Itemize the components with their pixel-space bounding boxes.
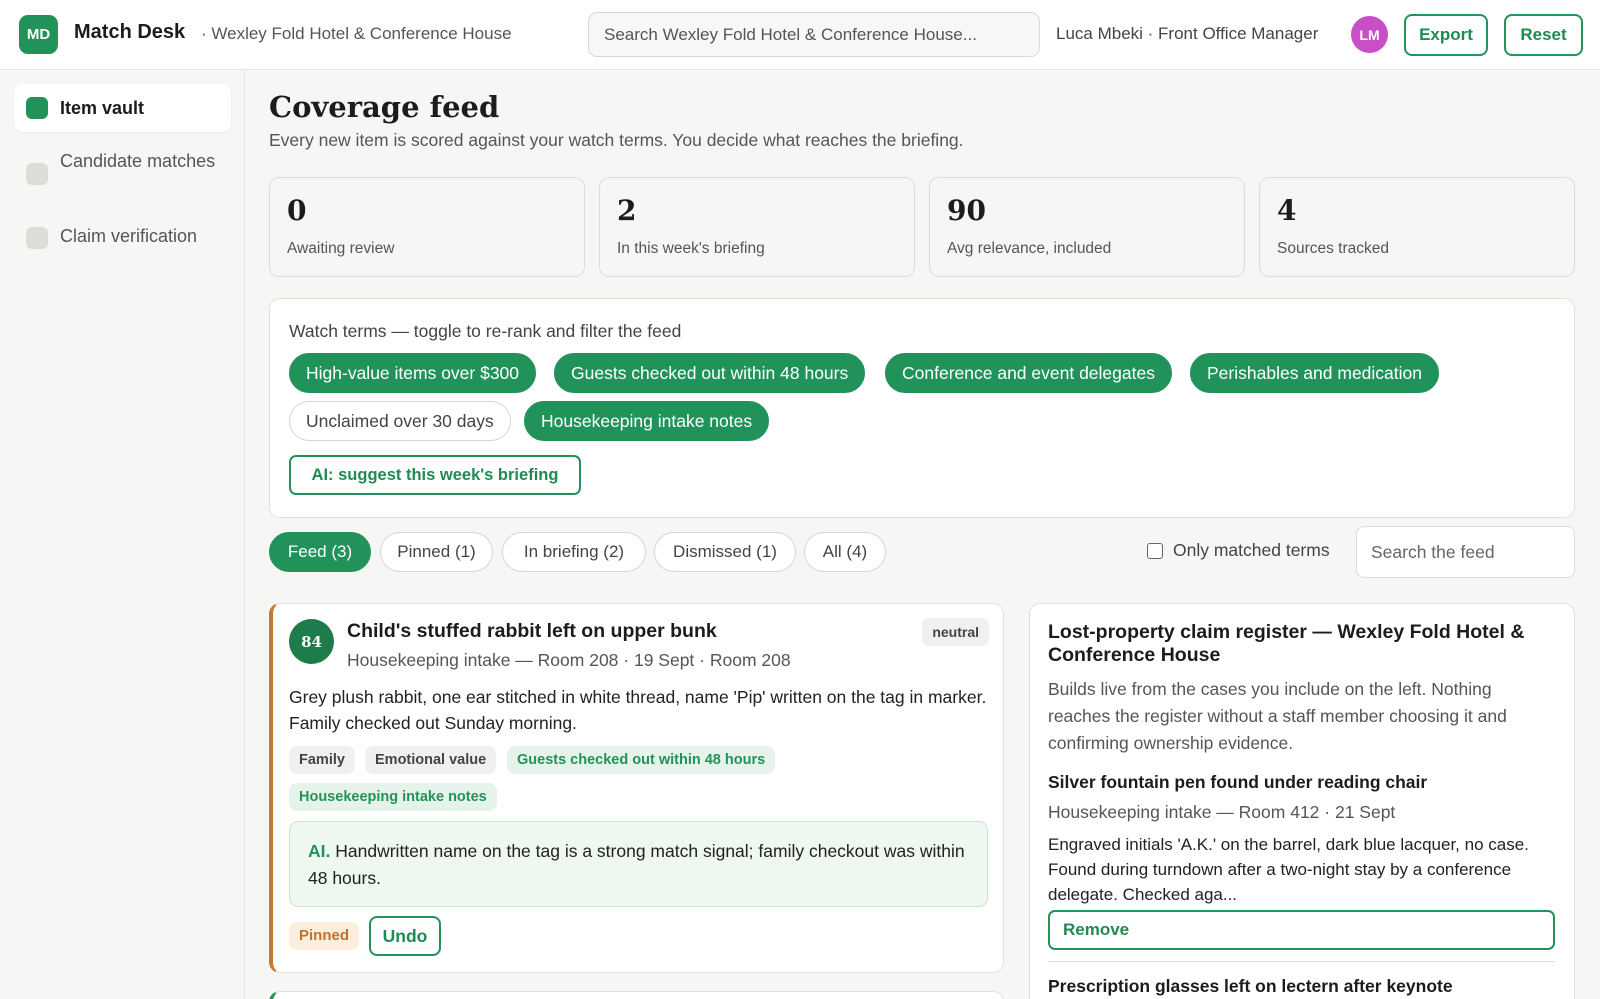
- only-matched-checkbox[interactable]: [1147, 542, 1163, 559]
- stat-label: Avg relevance, included: [947, 240, 1112, 257]
- pinned-badge: Pinned: [289, 922, 360, 950]
- sidebar: Item vault Candidate matches Claim verif…: [0, 70, 245, 999]
- watch-term-chip[interactable]: High-value items over $300: [289, 353, 537, 393]
- export-button[interactable]: Export: [1404, 14, 1488, 56]
- candidate-matches-icon: [26, 163, 48, 185]
- stat-value: 2: [617, 194, 637, 227]
- sidebar-item-claim-verification[interactable]: Claim verification: [14, 218, 231, 258]
- register-item-title: Silver fountain pen found under reading …: [1048, 772, 1428, 792]
- avatar[interactable]: LM: [1351, 16, 1388, 53]
- property-name: · Wexley Fold Hotel & Conference House: [201, 24, 512, 43]
- register-item-title: Prescription glasses left on lectern aft…: [1048, 976, 1453, 996]
- sidebar-item-candidate-matches[interactable]: Candidate matches: [14, 144, 231, 204]
- tab-pinned[interactable]: Pinned (1): [380, 532, 493, 572]
- watch-terms-panel: Watch terms — toggle to re-rank and filt…: [269, 298, 1575, 518]
- stat-avg-relevance: 90 Avg relevance, included: [929, 177, 1245, 277]
- claim-verification-icon: [26, 227, 48, 249]
- register-description: Builds live from the cases you include o…: [1048, 679, 1507, 753]
- ai-note-label: AI.: [308, 841, 331, 861]
- stat-value: 0: [287, 194, 307, 227]
- claim-register-panel: Lost-property claim register — Wexley Fo…: [1029, 603, 1575, 999]
- reset-button[interactable]: Reset: [1504, 14, 1583, 56]
- feed-card: 84 Child's stuffed rabbit left on upper …: [269, 603, 1004, 973]
- stat-value: 90: [947, 194, 986, 227]
- global-search-input[interactable]: [588, 12, 1040, 57]
- main-content: Coverage feed Every new item is scored a…: [245, 70, 1600, 999]
- divider: [1048, 961, 1555, 962]
- feed-search-input[interactable]: [1356, 526, 1575, 578]
- app-logo: MD: [19, 15, 58, 54]
- relevance-score: 84: [289, 619, 334, 664]
- card-tag: Family: [289, 746, 355, 774]
- card-body: Grey plush rabbit, one ear stitched in w…: [289, 687, 987, 733]
- undo-button[interactable]: Undo: [369, 916, 441, 956]
- page-subtitle: Every new item is scored against your wa…: [269, 130, 964, 150]
- top-bar: MD Match Desk · Wexley Fold Hotel & Conf…: [0, 0, 1600, 70]
- stat-in-briefing: 2 In this week's briefing: [599, 177, 915, 277]
- tab-in-briefing[interactable]: In briefing (2): [502, 532, 646, 572]
- stat-value: 4: [1277, 194, 1297, 227]
- tab-all[interactable]: All (4): [804, 532, 886, 572]
- tab-feed[interactable]: Feed (3): [269, 532, 371, 572]
- stat-sources-tracked: 4 Sources tracked: [1259, 177, 1575, 277]
- sidebar-item-label: Item vault: [60, 98, 145, 118]
- watch-term-chip[interactable]: Housekeeping intake notes: [524, 401, 770, 441]
- matched-term-tag: Guests checked out within 48 hours: [507, 746, 776, 774]
- only-matched-toggle[interactable]: Only matched terms: [1147, 540, 1330, 561]
- watch-term-chip[interactable]: Unclaimed over 30 days: [289, 401, 511, 441]
- ai-suggest-briefing-button[interactable]: AI: suggest this week's briefing: [289, 455, 581, 495]
- card-meta: Housekeeping intake — Room 208 · 19 Sept…: [347, 650, 791, 670]
- stat-awaiting-review: 0 Awaiting review: [269, 177, 585, 277]
- stat-label: In this week's briefing: [617, 240, 765, 257]
- register-item-meta: Housekeeping intake — Room 412 · 21 Sept: [1048, 802, 1396, 822]
- sidebar-item-item-vault[interactable]: Item vault: [14, 84, 231, 132]
- watch-term-chip[interactable]: Perishables and medication: [1190, 353, 1439, 393]
- sidebar-item-label: Claim verification: [60, 226, 198, 246]
- page-title: Coverage feed: [269, 90, 500, 124]
- remove-button[interactable]: Remove: [1048, 910, 1555, 950]
- register-item-body: Engraved initials 'A.K.' on the barrel, …: [1048, 835, 1529, 904]
- watch-term-chip[interactable]: Guests checked out within 48 hours: [554, 353, 866, 393]
- only-matched-label: Only matched terms: [1173, 540, 1330, 560]
- card-tag: Emotional value: [365, 746, 497, 774]
- card-title: Child's stuffed rabbit left on upper bun…: [347, 620, 717, 642]
- sentiment-badge: neutral: [922, 618, 989, 646]
- stat-label: Sources tracked: [1277, 240, 1389, 257]
- register-title: Lost-property claim register — Wexley Fo…: [1048, 621, 1525, 666]
- feed-card: [269, 991, 1004, 999]
- user-name: Luca Mbeki · Front Office Manager: [1056, 24, 1319, 43]
- item-vault-icon: [26, 97, 48, 119]
- tab-dismissed[interactable]: Dismissed (1): [654, 532, 796, 572]
- ai-note-text: Handwritten name on the tag is a strong …: [308, 841, 965, 888]
- watch-terms-title: Watch terms — toggle to re-rank and filt…: [289, 321, 682, 341]
- watch-term-chip[interactable]: Conference and event delegates: [885, 353, 1172, 393]
- matched-term-tag: Housekeeping intake notes: [289, 783, 497, 811]
- ai-note: AI. Handwritten name on the tag is a str…: [289, 821, 988, 907]
- app-name: Match Desk: [74, 21, 186, 43]
- stat-label: Awaiting review: [287, 240, 395, 257]
- sidebar-item-label: Candidate matches: [60, 151, 216, 171]
